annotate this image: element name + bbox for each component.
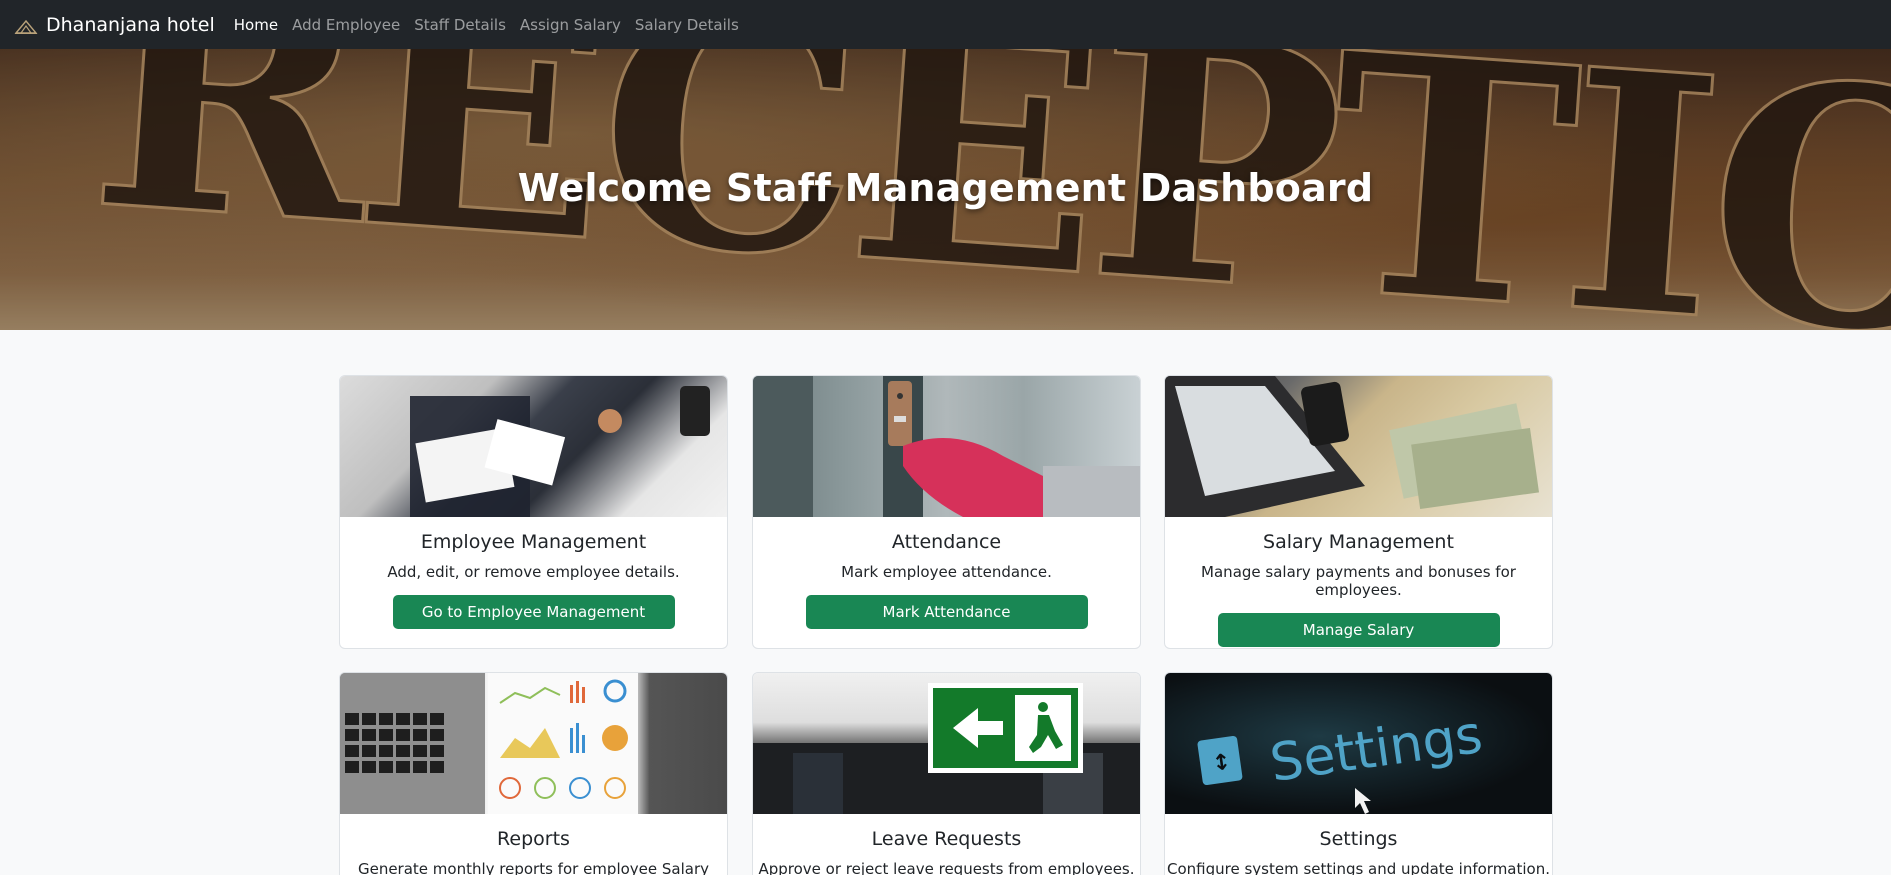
card-text: Approve or reject leave requests from em… <box>758 860 1135 875</box>
card-leave-requests: Leave Requests Approve or reject leave r… <box>752 672 1141 875</box>
manage-salary-button[interactable]: Manage Salary <box>1217 613 1500 647</box>
employee-illustration <box>410 386 710 517</box>
nav-link-assign-salary[interactable]: Assign Salary <box>513 16 628 34</box>
brand-link[interactable]: Dhananjana hotel <box>14 14 215 36</box>
card-salary-management: Salary Management Manage salary payments… <box>1164 375 1553 649</box>
salary-management-image <box>1165 376 1552 517</box>
attendance-image <box>753 376 1140 517</box>
svg-text:Settings: Settings <box>1266 705 1486 794</box>
reports-image <box>340 673 727 814</box>
page-title: Welcome Staff Management Dashboard <box>517 166 1374 210</box>
nav-links: Home Add Employee Staff Details Assign S… <box>227 16 746 34</box>
card-text: Generate monthly reports for employee Sa… <box>357 860 710 875</box>
card-text: Add, edit, or remove employee details. <box>387 563 680 581</box>
card-title: Employee Management <box>420 531 647 553</box>
card-title: Leave Requests <box>871 828 1022 850</box>
nav-link-salary-details[interactable]: Salary Details <box>628 16 746 34</box>
card-attendance: Attendance Mark employee attendance. Mar… <box>752 375 1141 649</box>
hero-banner: RECEPTION Welcome Staff Management Dashb… <box>0 49 1891 330</box>
card-employee-management: Employee Management Add, edit, or remove… <box>339 375 728 649</box>
card-title: Attendance <box>891 531 1002 553</box>
settings-illustration: ↕ Settings <box>1197 705 1486 814</box>
salary-illustration <box>1165 376 1540 517</box>
leave-requests-image <box>753 673 1140 814</box>
card-text: Configure system settings and update inf… <box>1167 860 1550 875</box>
settings-image: ↕ Settings <box>1165 673 1552 814</box>
card-settings: ↕ Settings Settings Configure system set… <box>1164 672 1553 875</box>
card-title: Reports <box>497 828 570 850</box>
card-text: Manage salary payments and bonuses for e… <box>1201 563 1516 599</box>
attendance-illustration <box>753 376 1140 517</box>
nav-link-add-employee[interactable]: Add Employee <box>285 16 407 34</box>
brand-name: Dhananjana hotel <box>46 13 215 36</box>
svg-text:↕: ↕ <box>1211 750 1233 777</box>
hotel-logo-icon <box>14 19 38 34</box>
mark-attendance-button[interactable]: Mark Attendance <box>805 595 1088 629</box>
top-navbar: Dhananjana hotel Home Add Employee Staff… <box>0 0 1891 49</box>
nav-link-home[interactable]: Home <box>227 16 285 34</box>
go-to-employee-management-button[interactable]: Go to Employee Management <box>392 595 675 629</box>
exit-sign-illustration <box>753 683 1140 814</box>
card-title: Settings <box>1319 828 1398 850</box>
employee-management-image <box>340 376 727 517</box>
card-reports: Reports Generate monthly reports for emp… <box>339 672 728 875</box>
reports-illustration <box>340 673 638 814</box>
card-title: Salary Management <box>1263 531 1454 553</box>
card-text: Mark employee attendance. <box>841 563 1052 581</box>
nav-link-staff-details[interactable]: Staff Details <box>407 16 513 34</box>
